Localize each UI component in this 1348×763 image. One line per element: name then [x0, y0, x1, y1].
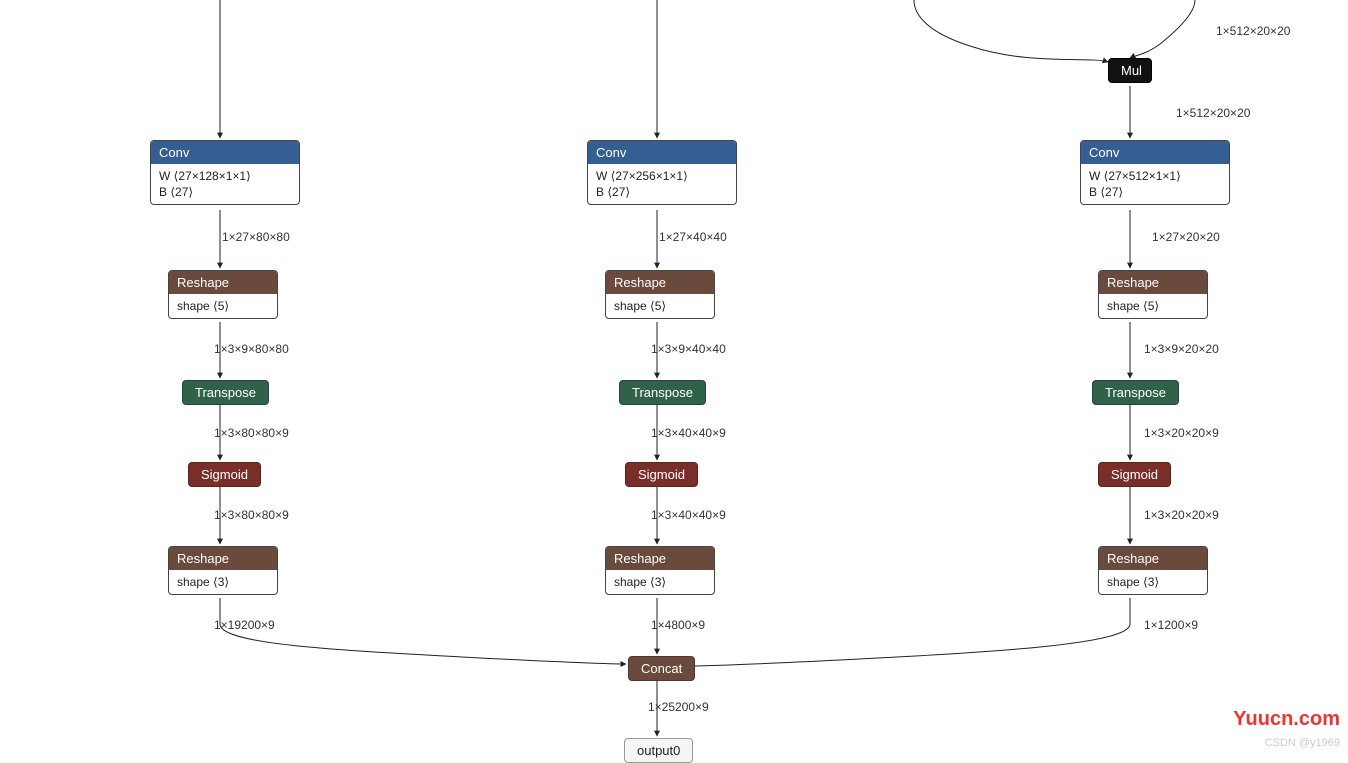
- conv-node-1[interactable]: Conv W ⟨27×256×1×1⟩ B ⟨27⟩: [587, 140, 737, 205]
- conv-w: W ⟨27×512×1×1⟩: [1089, 168, 1221, 184]
- sigmoid-node-2[interactable]: Sigmoid: [1098, 462, 1171, 487]
- edge-label: 1×3×9×80×80: [214, 342, 289, 356]
- edge-label: 1×3×80×80×9: [214, 426, 289, 440]
- reshape-node-1a[interactable]: Reshape shape ⟨5⟩: [605, 270, 715, 319]
- edge-label: 1×3×40×40×9: [651, 508, 726, 522]
- reshape-body: shape ⟨5⟩: [169, 294, 277, 318]
- edge-label: 1×3×9×40×40: [651, 342, 726, 356]
- reshape-header: Reshape: [169, 547, 277, 570]
- reshape-body: shape ⟨5⟩: [1099, 294, 1207, 318]
- reshape-node-1b[interactable]: Reshape shape ⟨3⟩: [605, 546, 715, 595]
- reshape-header: Reshape: [606, 547, 714, 570]
- conv-w: W ⟨27×256×1×1⟩: [596, 168, 728, 184]
- concat-node[interactable]: Concat: [628, 656, 695, 681]
- watermark-author: CSDN @y1969: [1265, 737, 1340, 749]
- reshape-body: shape ⟨3⟩: [606, 570, 714, 594]
- edge-label: 1×4800×9: [651, 618, 705, 632]
- reshape-body: shape ⟨3⟩: [1099, 570, 1207, 594]
- output-node[interactable]: output0: [624, 738, 693, 763]
- mul-node[interactable]: Mul: [1108, 58, 1152, 83]
- reshape-node-2b[interactable]: Reshape shape ⟨3⟩: [1098, 546, 1208, 595]
- reshape-body: shape ⟨3⟩: [169, 570, 277, 594]
- conv-header: Conv: [1081, 141, 1229, 164]
- conv-params: W ⟨27×512×1×1⟩ B ⟨27⟩: [1081, 164, 1229, 204]
- edge-label: 1×19200×9: [214, 618, 275, 632]
- conv-header: Conv: [588, 141, 736, 164]
- edge-label: 1×3×40×40×9: [651, 426, 726, 440]
- watermark-site: Yuucn.com: [1233, 708, 1340, 731]
- transpose-node-0[interactable]: Transpose: [182, 380, 269, 405]
- conv-b: B ⟨27⟩: [159, 184, 291, 200]
- sigmoid-node-1[interactable]: Sigmoid: [625, 462, 698, 487]
- edge-label: 1×3×9×20×20: [1144, 342, 1219, 356]
- edge-label: 1×1200×9: [1144, 618, 1198, 632]
- edge-label: 1×27×40×40: [659, 230, 727, 244]
- edge-label: 1×27×80×80: [222, 230, 290, 244]
- conv-node-2[interactable]: Conv W ⟨27×512×1×1⟩ B ⟨27⟩: [1080, 140, 1230, 205]
- transpose-node-1[interactable]: Transpose: [619, 380, 706, 405]
- conv-b: B ⟨27⟩: [1089, 184, 1221, 200]
- edge-label: 1×27×20×20: [1152, 230, 1220, 244]
- edge-label: 1×3×80×80×9: [214, 508, 289, 522]
- reshape-node-0a[interactable]: Reshape shape ⟨5⟩: [168, 270, 278, 319]
- transpose-node-2[interactable]: Transpose: [1092, 380, 1179, 405]
- edge-label-mul-out: 1×512×20×20: [1176, 106, 1250, 120]
- edge-label: 1×25200×9: [648, 700, 709, 714]
- edge-label-mul-in: 1×512×20×20: [1216, 24, 1290, 38]
- sigmoid-node-0[interactable]: Sigmoid: [188, 462, 261, 487]
- conv-node-0[interactable]: Conv W ⟨27×128×1×1⟩ B ⟨27⟩: [150, 140, 300, 205]
- reshape-header: Reshape: [1099, 271, 1207, 294]
- reshape-header: Reshape: [169, 271, 277, 294]
- conv-params: W ⟨27×256×1×1⟩ B ⟨27⟩: [588, 164, 736, 204]
- conv-header: Conv: [151, 141, 299, 164]
- reshape-body: shape ⟨5⟩: [606, 294, 714, 318]
- edge-label: 1×3×20×20×9: [1144, 508, 1219, 522]
- edge-label: 1×3×20×20×9: [1144, 426, 1219, 440]
- conv-params: W ⟨27×128×1×1⟩ B ⟨27⟩: [151, 164, 299, 204]
- reshape-node-2a[interactable]: Reshape shape ⟨5⟩: [1098, 270, 1208, 319]
- reshape-header: Reshape: [606, 271, 714, 294]
- reshape-header: Reshape: [1099, 547, 1207, 570]
- conv-b: B ⟨27⟩: [596, 184, 728, 200]
- reshape-node-0b[interactable]: Reshape shape ⟨3⟩: [168, 546, 278, 595]
- conv-w: W ⟨27×128×1×1⟩: [159, 168, 291, 184]
